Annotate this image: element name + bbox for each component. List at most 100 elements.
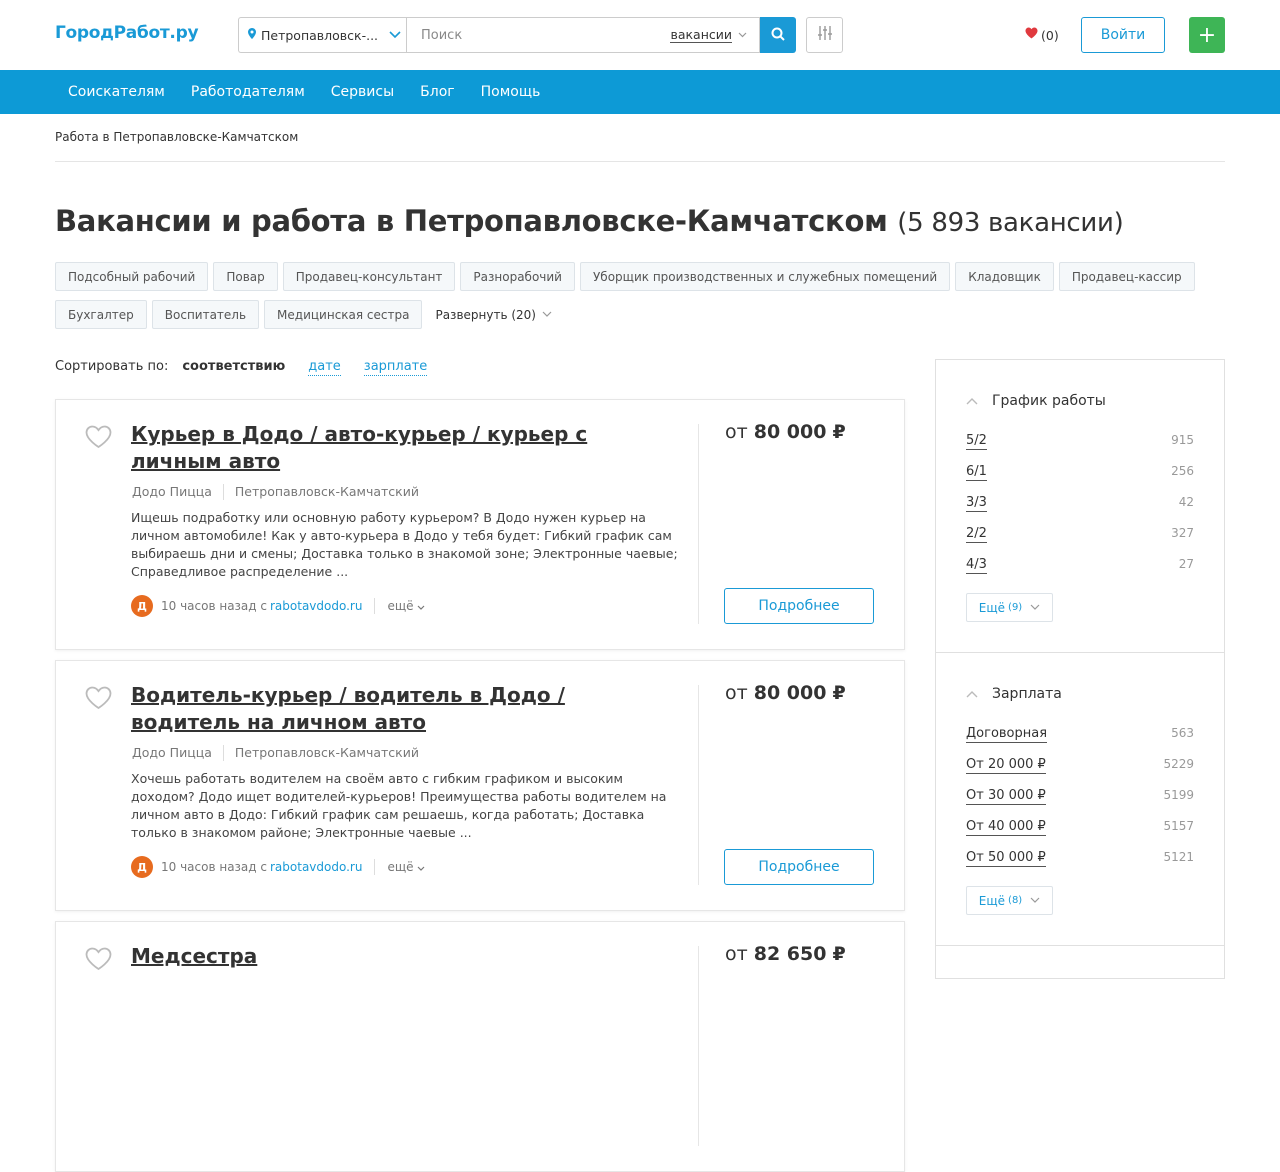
filter-option-label: От 50 000 ₽: [966, 850, 1046, 867]
filter-option-count: 5229: [1163, 757, 1194, 771]
nav-item-seekers[interactable]: Соискателям: [55, 84, 178, 100]
vacancy-card: Медсестра от 82 650 ₽: [55, 921, 905, 1172]
tag-item[interactable]: Продавец-кассир: [1058, 262, 1195, 291]
vacancy-title[interactable]: Водитель-курьер / водитель в Додо / води…: [131, 682, 671, 736]
company-name: Додо Пицца: [132, 745, 212, 760]
tag-item[interactable]: Бухгалтер: [55, 300, 147, 329]
filter-title-text: График работы: [992, 393, 1106, 409]
source-link[interactable]: rabotavdodo.ru: [270, 599, 362, 613]
location-pin-icon: [248, 28, 256, 42]
filter-option[interactable]: От 50 000 ₽ 5121: [966, 850, 1194, 867]
search-input[interactable]: [421, 27, 671, 43]
chevron-down-icon: [384, 29, 406, 42]
sliders-icon: [817, 25, 832, 45]
show-more-button[interactable]: Ещё (8): [966, 886, 1053, 915]
tag-item[interactable]: Подсобный рабочий: [55, 262, 209, 291]
sort-option-relevance[interactable]: соответствию: [182, 359, 285, 376]
filter-title[interactable]: Зарплата: [966, 686, 1062, 702]
filter-option[interactable]: От 20 000 ₽ 5229: [966, 757, 1194, 774]
vacancy-salary: от 80 000 ₽: [725, 682, 846, 704]
favorite-heart-icon[interactable]: [85, 947, 112, 975]
vacancy-card: Курьер в Додо / авто-курьер / курьер с л…: [55, 399, 905, 650]
filter-option-label: Договорная: [966, 726, 1048, 743]
nav-item-employers[interactable]: Работодателям: [178, 84, 318, 100]
main-nav: Соискателям Работодателям Сервисы Блог П…: [0, 70, 1280, 114]
tag-item[interactable]: Уборщик производственных и служебных пом…: [579, 262, 951, 291]
details-button[interactable]: Подробнее: [724, 849, 874, 885]
heart-icon: [1025, 27, 1038, 43]
company-avatar: Д: [131, 856, 153, 878]
salary-prefix: от: [725, 682, 748, 704]
filter-title[interactable]: График работы: [966, 393, 1106, 409]
nav-item-blog[interactable]: Блог: [407, 84, 467, 100]
more-actions-button[interactable]: ещё: [387, 599, 425, 613]
vacancy-salary: от 80 000 ₽: [725, 421, 846, 443]
tag-item[interactable]: Воспитатель: [151, 300, 260, 329]
chevron-down-icon: [1030, 896, 1040, 906]
breadcrumb[interactable]: Работа в Петропавловске-Камчатском: [55, 130, 298, 144]
salary-amount: 82 650: [753, 943, 827, 965]
vacancy-title[interactable]: Курьер в Додо / авто-курьер / курьер с л…: [131, 421, 671, 475]
add-vacancy-button[interactable]: +: [1189, 17, 1225, 53]
filters-sidebar: График работы 5/2 915 6/1 256 3/3 42 2/2 327…: [935, 359, 1225, 979]
show-more-count: (9): [1008, 602, 1023, 613]
filter-option[interactable]: 2/2 327: [966, 526, 1194, 543]
filter-option[interactable]: От 30 000 ₽ 5199: [966, 788, 1194, 805]
favorite-heart-icon[interactable]: [85, 425, 112, 453]
filter-option[interactable]: 3/3 42: [966, 495, 1194, 512]
login-button[interactable]: Войти: [1081, 17, 1165, 53]
search-button[interactable]: [760, 17, 796, 53]
filters-button[interactable]: [806, 17, 843, 53]
currency-sign: ₽: [832, 682, 846, 704]
salary-amount: 80 000: [753, 682, 827, 704]
search-type-select[interactable]: вакансии: [670, 27, 732, 43]
more-actions-label: ещё: [387, 860, 414, 874]
nav-item-services[interactable]: Сервисы: [318, 84, 407, 100]
filter-option-count: 27: [1178, 557, 1194, 571]
chevron-up-icon: [966, 395, 978, 408]
favorite-heart-icon[interactable]: [85, 686, 112, 714]
tag-item[interactable]: Разнорабочий: [460, 262, 575, 291]
city-selector[interactable]: Петропавловск-...: [238, 17, 406, 53]
filter-option[interactable]: 4/3 27: [966, 557, 1194, 574]
chevron-down-icon: [417, 599, 425, 613]
source-link[interactable]: rabotavdodo.ru: [270, 860, 362, 874]
company-avatar: Д: [131, 595, 153, 617]
details-button[interactable]: Подробнее: [724, 588, 874, 624]
tag-item[interactable]: Повар: [213, 262, 278, 291]
filter-option[interactable]: 5/2 915: [966, 433, 1194, 450]
more-actions-button[interactable]: ещё: [387, 860, 425, 874]
more-actions-label: ещё: [387, 599, 414, 613]
filter-option-count: 327: [1171, 526, 1194, 540]
favorites-link[interactable]: (0): [1025, 27, 1059, 43]
sort-option-date[interactable]: дате: [308, 359, 341, 376]
chevron-down-icon: [417, 860, 425, 874]
filter-option-label: 6/1: [966, 464, 987, 481]
show-more-label: Ещё: [978, 600, 1006, 615]
sort-option-salary[interactable]: зарплате: [363, 359, 428, 376]
currency-sign: ₽: [832, 943, 846, 965]
site-logo[interactable]: ГородРабот.ру: [55, 23, 199, 43]
chevron-down-icon: [1030, 603, 1040, 613]
filter-option-count: 256: [1171, 464, 1194, 478]
vacancy-card: Водитель-курьер / водитель в Додо / води…: [55, 660, 905, 911]
tag-item[interactable]: Медицинская сестра: [264, 300, 423, 329]
profession-tags: Подсобный рабочий Повар Продавец-консуль…: [55, 262, 1225, 338]
expand-tags-label: Развернуть (20): [435, 307, 536, 322]
filter-option[interactable]: От 40 000 ₽ 5157: [966, 819, 1194, 836]
currency-sign: ₽: [832, 421, 846, 443]
show-more-label: Ещё: [978, 893, 1006, 908]
filter-option[interactable]: 6/1 256: [966, 464, 1194, 481]
chevron-down-icon: [542, 310, 552, 320]
show-more-button[interactable]: Ещё (9): [966, 593, 1053, 622]
divider: [936, 945, 1224, 946]
tag-item[interactable]: Кладовщик: [955, 262, 1054, 291]
tag-item[interactable]: Продавец-консультант: [282, 262, 456, 291]
posted-time: 10 часов назад с: [161, 599, 267, 613]
vacancy-meta: Додо Пицца Петропавловск-Камчатский: [132, 745, 419, 761]
expand-tags-button[interactable]: Развернуть (20): [435, 300, 552, 329]
vacancy-title[interactable]: Медсестра: [131, 943, 671, 970]
nav-item-help[interactable]: Помощь: [468, 84, 554, 100]
page-title-text: Вакансии и работа в Петропавловске-Камча…: [55, 204, 888, 238]
filter-option[interactable]: Договорная 563: [966, 726, 1194, 743]
